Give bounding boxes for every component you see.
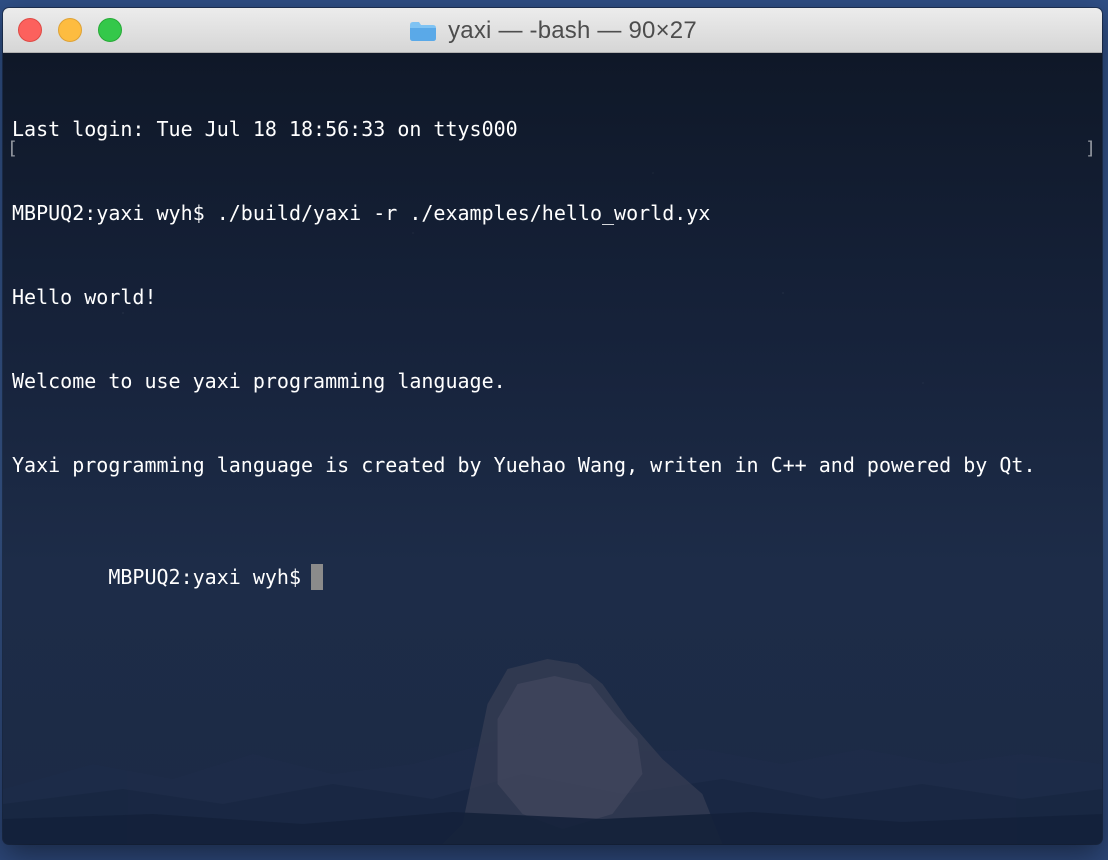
terminal-output[interactable]: [ ] Last login: Tue Jul 18 18:56:33 on t… <box>3 53 1102 844</box>
terminal-prompt: MBPUQ2:yaxi wyh$ <box>108 565 301 589</box>
mountain-background-illustration <box>3 659 1102 844</box>
window-title: yaxi — -bash — 90×27 <box>3 8 1102 53</box>
text-cursor <box>310 564 323 590</box>
terminal-line-output-hello: Hello world! <box>12 285 157 309</box>
folder-icon <box>408 19 438 43</box>
terminal-line-command: MBPUQ2:yaxi wyh$ ./build/yaxi -r ./examp… <box>12 201 711 225</box>
terminal-line-output-welcome: Welcome to use yaxi programming language… <box>12 369 506 393</box>
terminal-line-output-about: Yaxi programming language is created by … <box>12 453 1036 477</box>
title-bar[interactable]: yaxi — -bash — 90×27 <box>3 8 1102 53</box>
terminal-window: yaxi — -bash — 90×27 [ ] Last login: Tue… <box>3 8 1102 844</box>
terminal-lines: Last login: Tue Jul 18 18:56:33 on ttys0… <box>12 59 1092 619</box>
window-title-text: yaxi — -bash — 90×27 <box>448 16 697 44</box>
terminal-prompt-line: MBPUQ2:yaxi wyh$ <box>12 535 1092 590</box>
terminal-line-last-login: Last login: Tue Jul 18 18:56:33 on ttys0… <box>12 117 518 141</box>
